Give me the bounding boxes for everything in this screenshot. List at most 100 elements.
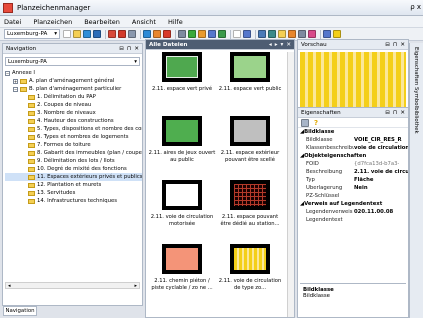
menu-ansicht[interactable]: Ansicht xyxy=(132,18,156,26)
folder-icon[interactable] xyxy=(278,30,286,38)
property-value[interactable]: voie de circulation xyxy=(354,145,408,151)
side-tab-eigenschaften[interactable]: Eigenschaften xyxy=(413,47,419,85)
collapse-icon[interactable]: − xyxy=(13,86,18,92)
scroll-left-icon[interactable]: ◂ xyxy=(8,283,11,289)
edit-icon[interactable] xyxy=(198,30,206,38)
dock-icon[interactable]: ⊓ xyxy=(127,46,131,52)
property-row[interactable]: Klassenbeschreibungvoie de circulation xyxy=(298,144,408,152)
tab-navigation[interactable]: Navigation xyxy=(3,306,37,316)
property-row[interactable]: Legendenverweis 020.11.00.08 xyxy=(298,208,408,216)
help-icon[interactable] xyxy=(333,30,341,38)
print-icon[interactable] xyxy=(178,30,186,38)
property-row[interactable]: Beschreibung 2.11. voie de circula xyxy=(298,168,408,176)
sort-icon[interactable] xyxy=(301,118,309,127)
property-value[interactable]: 2.11. voie de circula xyxy=(354,169,408,175)
image-icon[interactable] xyxy=(258,30,266,38)
tree-item[interactable]: 10. Degré de mixité des fonctions xyxy=(5,165,142,173)
pin-icon[interactable]: ⊟ xyxy=(119,46,124,52)
side-tab-symbolbibliothek[interactable]: Symbolbibliothek xyxy=(413,87,419,134)
menu-hilfe[interactable]: Hilfe xyxy=(168,18,183,26)
menu-bearbeiten[interactable]: Bearbeiten xyxy=(84,18,120,26)
property-row[interactable]: Legendentext xyxy=(298,216,408,224)
add-icon[interactable] xyxy=(83,30,91,38)
property-value[interactable]: 020.11.00.08 xyxy=(354,209,393,215)
tree-item[interactable]: 11. Espaces extérieurs privés et publics xyxy=(5,173,142,181)
close-icon[interactable]: ✕ xyxy=(400,42,405,48)
menu-planzeichen[interactable]: Planzeichen xyxy=(33,18,72,26)
property-group[interactable]: ◢ Bildklasse xyxy=(298,128,408,136)
collapse-icon[interactable]: − xyxy=(5,70,10,76)
globe-icon[interactable] xyxy=(143,30,151,38)
open-folder-icon[interactable] xyxy=(73,30,81,38)
close-icon[interactable]: ✕ xyxy=(400,110,405,116)
file-thumbnail[interactable]: 2.11. espace vert public xyxy=(216,52,284,93)
brush-icon[interactable] xyxy=(243,30,251,38)
property-row[interactable]: FOID {d7fca13d-b7a3- xyxy=(298,160,408,168)
monitor-icon[interactable] xyxy=(323,30,331,38)
page-icon[interactable] xyxy=(233,30,241,38)
property-row[interactable]: Bildklasse VOIE_CIR_RES_R xyxy=(298,136,408,144)
tree-item[interactable]: 14. Infrastructures techniques xyxy=(5,197,142,205)
search-icon[interactable] xyxy=(298,30,306,38)
tree-item[interactable]: 13. Servitudes xyxy=(5,189,142,197)
dock-icon[interactable]: ⊓ xyxy=(393,110,397,116)
property-value[interactable]: {d7fca13d-b7a3- xyxy=(354,161,399,167)
help-icon[interactable]: ? xyxy=(314,119,318,127)
tree-item[interactable]: 8. Gabarit des immeubles (plan / coupes) xyxy=(5,149,142,157)
close-icon[interactable]: ✕ xyxy=(286,42,291,48)
file-thumbnail[interactable]: 2.11. chemin piéton / piste cyclable / z… xyxy=(148,244,216,291)
expand-icon[interactable]: + xyxy=(13,78,18,84)
navigation-combo[interactable]: Luxemburg-PA ▾ xyxy=(5,57,140,66)
vertical-scrollbar[interactable] xyxy=(287,52,294,317)
export-icon[interactable] xyxy=(288,30,296,38)
property-value[interactable]: VOIE_CIR_RES_R xyxy=(354,137,402,143)
new-file-icon[interactable] xyxy=(63,30,71,38)
dropdown-icon[interactable]: ▾ xyxy=(281,42,284,48)
grid-icon[interactable] xyxy=(208,30,216,38)
file-thumbnail[interactable]: 2.11. espace vert privé xyxy=(148,52,216,93)
save-icon[interactable] xyxy=(93,30,101,38)
scroll-right-icon[interactable]: ▸ xyxy=(275,42,278,48)
pin-icon[interactable]: ⊟ xyxy=(385,110,390,116)
property-value[interactable]: Fläche xyxy=(354,177,374,183)
dock-icon[interactable]: ⊓ xyxy=(393,42,397,48)
project-combo[interactable]: Luxemburg-PA ▾ xyxy=(4,29,60,39)
paint-icon[interactable] xyxy=(308,30,316,38)
delete-icon[interactable] xyxy=(118,30,126,38)
stop-icon[interactable] xyxy=(163,30,171,38)
tree-item[interactable]: 5. Types, dispositions et nombre des con… xyxy=(5,125,142,133)
table-icon[interactable] xyxy=(218,30,226,38)
menu-datei[interactable]: Datei xyxy=(4,18,21,26)
tree-item[interactable]: 12. Plantation et murets xyxy=(5,181,142,189)
close-icon[interactable]: ✕ xyxy=(134,46,139,52)
property-value[interactable]: Nein xyxy=(354,185,368,191)
property-group[interactable]: ◢ Verweis auf Legendentext xyxy=(298,200,408,208)
property-row[interactable]: Typ Fläche xyxy=(298,176,408,184)
tree-item[interactable]: 2. Coupes de niveau xyxy=(5,101,142,109)
file-thumbnail[interactable]: 2.11. voie de circulation motorisée xyxy=(148,180,216,227)
color-icon[interactable] xyxy=(153,30,161,38)
tree-item[interactable]: − B. plan d'aménagement particulier xyxy=(5,85,142,93)
file-thumbnail[interactable]: 2.11. espace pouvant être dédié au stati… xyxy=(216,180,284,227)
property-group[interactable]: ◢ Objekteigenschaften xyxy=(298,152,408,160)
property-row[interactable]: PZ-Schlüssel xyxy=(298,192,408,200)
tree-item[interactable]: 6. Types et nombres de logements xyxy=(5,133,142,141)
tree-item[interactable]: 4. Hauteur des constructions xyxy=(5,117,142,125)
tree-item[interactable]: 1. Délimitation du PAP xyxy=(5,93,142,101)
tree-item[interactable]: 9. Délimitation des lots / Ilots xyxy=(5,157,142,165)
file-thumbnail[interactable]: 2.11. aires de jeux ouvert au public xyxy=(148,116,216,163)
tree-item[interactable]: 3. Nombre de niveaux xyxy=(5,109,142,117)
scroll-right-icon[interactable]: ▸ xyxy=(134,283,137,289)
pin-icon[interactable]: ⊟ xyxy=(385,42,390,48)
layer-icon[interactable] xyxy=(268,30,276,38)
tree-item[interactable]: + A. plan d'aménagement général xyxy=(5,77,142,85)
cut-icon[interactable] xyxy=(108,30,116,38)
scroll-left-icon[interactable]: ◂ xyxy=(269,42,272,48)
tree-item[interactable]: − Annexe I xyxy=(5,69,142,77)
window-controls[interactable]: ρ x xyxy=(410,3,421,11)
file-thumbnail[interactable]: 2.11. voie de circulation de type zo... xyxy=(216,244,284,291)
horizontal-scrollbar[interactable]: ◂ ▸ xyxy=(5,282,140,289)
sort-icon[interactable] xyxy=(128,30,136,38)
tree-item[interactable]: 7. Formes de toiture xyxy=(5,141,142,149)
check-icon[interactable] xyxy=(188,30,196,38)
